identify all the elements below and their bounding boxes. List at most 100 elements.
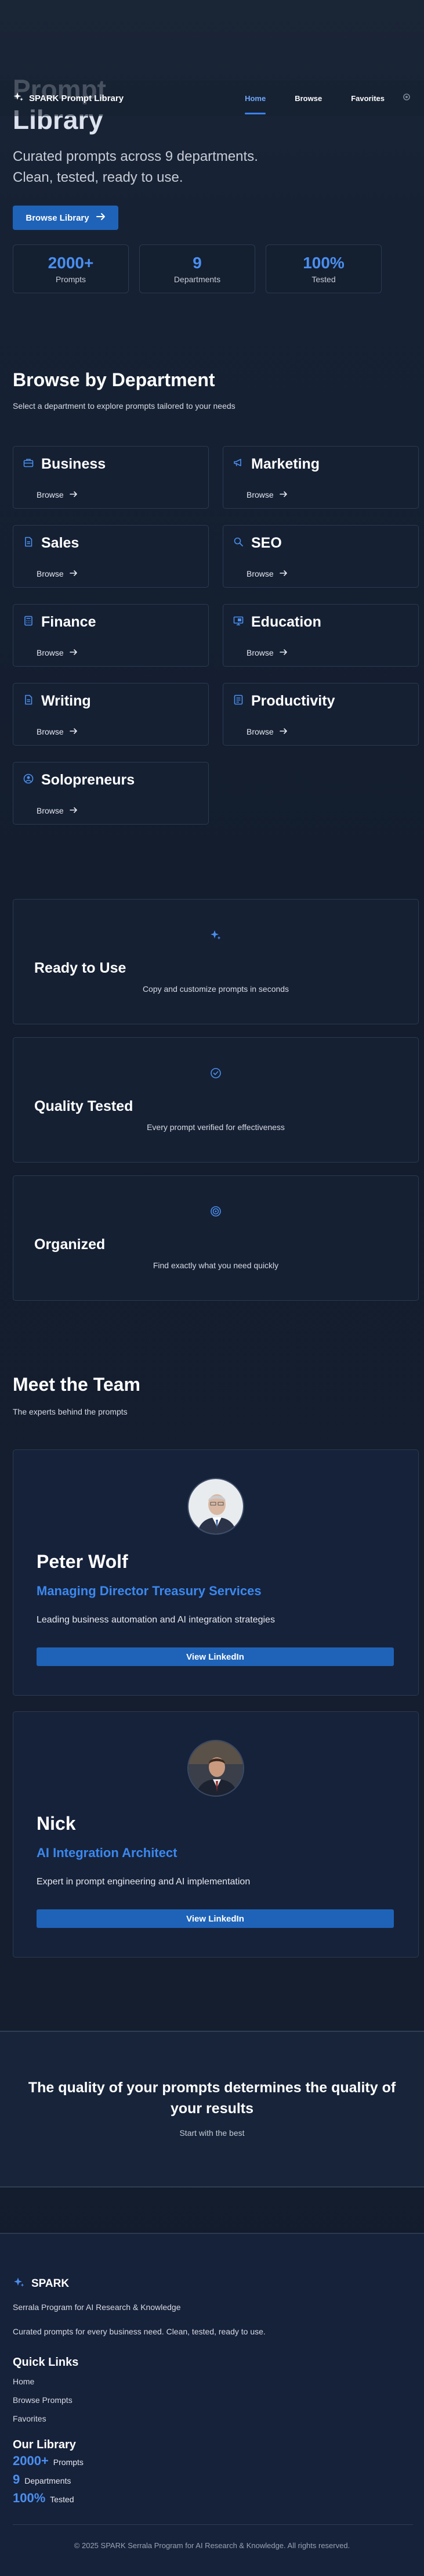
department-card-productivity[interactable]: Productivity Browse xyxy=(223,683,419,746)
cta-subtitle: Start with the best xyxy=(179,2128,245,2138)
footer-brand[interactable]: SPARK xyxy=(13,2276,69,2292)
browse-link[interactable]: Browse xyxy=(247,490,409,499)
nav-home[interactable]: Home xyxy=(245,91,266,114)
department-card-education[interactable]: Education Browse xyxy=(223,604,419,667)
browse-link[interactable]: Browse xyxy=(37,648,199,657)
browse-label: Browse xyxy=(247,490,274,499)
brand-name: SPARK Prompt Library xyxy=(29,93,124,103)
user-icon xyxy=(23,773,34,787)
top-nav: SPARK Prompt Library Home Browse Favorit… xyxy=(0,80,424,116)
footer-stat-label: Tested xyxy=(50,2495,74,2504)
browse-link[interactable]: Browse xyxy=(247,727,409,736)
feature-title: Quality Tested xyxy=(34,1098,133,1114)
team-subtitle: The experts behind the prompts xyxy=(13,1407,128,1416)
arrow-right-icon xyxy=(279,490,288,499)
browse-link[interactable]: Browse xyxy=(37,490,199,499)
page: Prompt Library SPARK Prompt Library Home… xyxy=(0,0,424,2576)
department-grid: Business Browse Marketing Browse Sales B… xyxy=(13,446,419,825)
cta-banner: The quality of your prompts determines t… xyxy=(0,2031,424,2188)
member-name: Nick xyxy=(37,1813,76,1834)
footer-stat: 100% Tested xyxy=(13,2491,74,2506)
calculator-icon xyxy=(23,615,34,629)
nav-browse[interactable]: Browse xyxy=(295,91,322,106)
browse-label: Browse xyxy=(37,490,64,499)
stat-card: 100% Tested xyxy=(266,244,382,293)
footer-link-favorites[interactable]: Favorites xyxy=(13,2414,46,2423)
browse-label: Browse xyxy=(37,727,64,736)
feature-card-ready: Ready to Use Copy and customize prompts … xyxy=(13,899,419,1024)
browse-link[interactable]: Browse xyxy=(37,806,199,815)
sparkle-icon xyxy=(13,2276,26,2292)
stat-label: Departments xyxy=(173,275,221,284)
browse-label: Browse xyxy=(247,648,274,657)
stat-value: 100% xyxy=(303,254,345,272)
browse-link[interactable]: Browse xyxy=(37,569,199,578)
browse-library-button[interactable]: Browse Library xyxy=(13,206,118,230)
department-card-business[interactable]: Business Browse xyxy=(13,446,209,509)
department-name: Education xyxy=(251,614,321,630)
copyright: © 2025 SPARK Serrala Program for AI Rese… xyxy=(74,2541,350,2550)
department-card-marketing[interactable]: Marketing Browse xyxy=(223,446,419,509)
department-card-sales[interactable]: Sales Browse xyxy=(13,525,209,588)
department-card-solopreneurs[interactable]: Solopreneurs Browse xyxy=(13,762,209,825)
stat-label: Tested xyxy=(311,275,336,284)
cta-title: The quality of your prompts determines t… xyxy=(28,2079,396,2117)
stat-card: 9 Departments xyxy=(139,244,255,293)
stat-value: 9 xyxy=(193,254,202,272)
department-card-writing[interactable]: Writing Browse xyxy=(13,683,209,746)
browse-library-label: Browse Library xyxy=(26,213,89,223)
sparkle-icon xyxy=(13,91,24,106)
nav-favorites[interactable]: Favorites xyxy=(351,91,385,106)
footer-stat-value: 100% xyxy=(13,2491,46,2505)
member-role: Managing Director Treasury Services xyxy=(37,1584,262,1598)
feature-description: Copy and customize prompts in seconds xyxy=(142,984,289,994)
footer-tagline: Curated prompts for every business need.… xyxy=(13,2327,266,2336)
department-card-finance[interactable]: Finance Browse xyxy=(13,604,209,667)
footer-link-home[interactable]: Home xyxy=(13,2377,34,2386)
footer-link-browse[interactable]: Browse Prompts xyxy=(13,2395,73,2405)
footer-stat-label: Departments xyxy=(24,2476,71,2485)
department-name: Writing xyxy=(41,693,91,709)
browse-label: Browse xyxy=(37,569,64,578)
browse-label: Browse xyxy=(37,806,64,815)
target-icon xyxy=(209,1205,222,1221)
footer: SPARK Serrala Program for AI Research & … xyxy=(0,2233,424,2576)
library-title: Our Library xyxy=(13,2438,76,2451)
gear-icon[interactable] xyxy=(402,92,411,105)
department-name: SEO xyxy=(251,535,282,551)
browse-label: Browse xyxy=(247,569,274,578)
feature-title: Organized xyxy=(34,1236,106,1253)
arrow-right-icon xyxy=(69,727,78,736)
megaphone-icon xyxy=(233,457,244,472)
check-circle-icon xyxy=(209,1067,222,1082)
department-card-seo[interactable]: SEO Browse xyxy=(223,525,419,588)
footer-brand-name: SPARK xyxy=(31,2278,70,2290)
departments-subtitle: Select a department to explore prompts t… xyxy=(13,401,235,411)
document-icon xyxy=(23,694,34,708)
feature-description: Every prompt verified for effectiveness xyxy=(147,1122,285,1132)
department-name: Productivity xyxy=(251,693,335,709)
department-name: Finance xyxy=(41,614,96,630)
browse-link[interactable]: Browse xyxy=(247,648,409,657)
department-name: Sales xyxy=(41,535,79,551)
arrow-right-icon xyxy=(96,213,106,223)
document-icon xyxy=(23,536,34,551)
footer-stat-value: 2000+ xyxy=(13,2453,49,2468)
feature-card-organized: Organized Find exactly what you need qui… xyxy=(13,1175,419,1301)
department-name: Solopreneurs xyxy=(41,772,135,788)
browse-label: Browse xyxy=(247,727,274,736)
arrow-right-icon xyxy=(69,648,78,657)
brand[interactable]: SPARK Prompt Library xyxy=(13,91,124,106)
avatar xyxy=(187,1740,244,1797)
avatar xyxy=(187,1478,244,1535)
browse-link[interactable]: Browse xyxy=(247,569,409,578)
member-name: Peter Wolf xyxy=(37,1551,128,1572)
team-card-nick: Nick AI Integration Architect Expert in … xyxy=(13,1711,419,1958)
stat-card: 2000+ Prompts xyxy=(13,244,129,293)
view-linkedin-button[interactable]: View LinkedIn xyxy=(37,1909,394,1928)
checklist-icon xyxy=(233,694,244,708)
briefcase-icon xyxy=(23,457,34,472)
browse-link[interactable]: Browse xyxy=(37,727,199,736)
footer-program: Serrala Program for AI Research & Knowle… xyxy=(13,2302,181,2312)
view-linkedin-button[interactable]: View LinkedIn xyxy=(37,1647,394,1666)
